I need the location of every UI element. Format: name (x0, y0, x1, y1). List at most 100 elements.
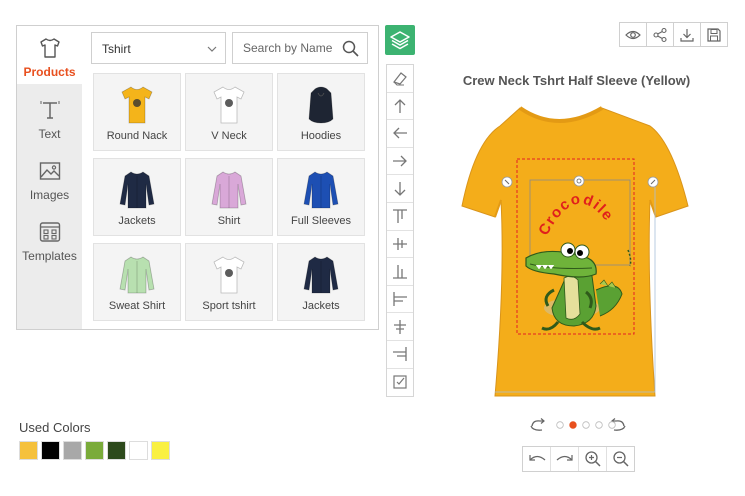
product-card[interactable]: Round Nack (93, 73, 181, 151)
rotate-left-icon[interactable] (530, 418, 545, 431)
layers-button[interactable] (385, 25, 415, 55)
save-button[interactable] (701, 23, 727, 46)
color-swatch[interactable] (85, 441, 104, 460)
color-swatch[interactable] (41, 441, 60, 460)
align-top-button[interactable] (387, 203, 413, 231)
view-dot[interactable] (595, 421, 603, 429)
undo-icon (528, 455, 545, 461)
product-card[interactable]: Shirt (185, 158, 273, 236)
product-name: Shirt (217, 215, 241, 227)
product-name: V Neck (211, 130, 247, 142)
zoom-out-icon (612, 451, 629, 467)
tab-text[interactable]: Text (17, 88, 82, 146)
product-name: Full Sleeves (291, 215, 351, 227)
product-card[interactable]: Sport tshirt (185, 243, 273, 321)
rotate-handle[interactable] (573, 175, 585, 187)
search-icon[interactable] (342, 40, 359, 57)
view-dot[interactable] (582, 421, 590, 429)
select-all-button[interactable] (387, 369, 413, 397)
move-down-button[interactable] (387, 175, 413, 203)
color-swatch[interactable] (63, 441, 82, 460)
product-name: Sweat Shirt (108, 300, 166, 312)
history-zoom-bar (522, 446, 635, 472)
move-up-button[interactable] (387, 93, 413, 121)
eraser-button[interactable] (387, 65, 413, 93)
move-up-icon (394, 98, 406, 113)
chevron-down-icon (207, 46, 217, 52)
tab-label: Templates (22, 249, 77, 263)
product-thumbnail (121, 86, 153, 124)
layers-icon (390, 31, 410, 50)
align-middle-vertical-icon (393, 237, 407, 250)
align-center-horizontal-button[interactable] (387, 313, 413, 341)
color-swatch[interactable] (107, 441, 126, 460)
tab-products[interactable]: Products (17, 26, 82, 84)
product-title: Crew Neck Tshrt Half Sleeve (Yellow) (462, 73, 691, 88)
category-select-value: Tshirt (102, 42, 131, 56)
share-icon (653, 27, 667, 42)
undo-button[interactable] (523, 447, 551, 471)
edit-toolbar (386, 64, 414, 398)
view-dot[interactable] (556, 421, 564, 429)
search-input[interactable] (243, 33, 343, 63)
view-dot[interactable] (608, 421, 616, 429)
align-right-button[interactable] (387, 341, 413, 369)
zoom-out-button[interactable] (607, 447, 634, 471)
product-panel: Products Text Images Templates Tshirt Ro… (16, 25, 379, 330)
sidebar-tabs: Products Text Images Templates (17, 26, 82, 329)
zoom-in-button[interactable] (579, 447, 607, 471)
product-thumbnail (211, 171, 247, 209)
product-name: Hoodies (300, 130, 342, 142)
resize-handle[interactable] (501, 176, 513, 188)
product-thumbnail (213, 256, 245, 294)
image-icon (39, 162, 60, 180)
color-swatch[interactable] (19, 441, 38, 460)
view-pager (530, 418, 626, 431)
resize-handle[interactable] (647, 176, 659, 188)
move-right-button[interactable] (387, 148, 413, 176)
product-card[interactable]: Full Sleeves (277, 158, 365, 236)
tshirt-icon (39, 38, 60, 58)
align-center-horizontal-icon (394, 319, 406, 334)
product-thumbnail (119, 256, 155, 294)
view-dot[interactable] (569, 421, 577, 429)
product-card[interactable]: Hoodies (277, 73, 365, 151)
align-top-icon (393, 209, 407, 224)
search-box (232, 32, 368, 64)
align-middle-vertical-button[interactable] (387, 231, 413, 259)
product-thumbnail (119, 171, 155, 209)
color-swatch[interactable] (151, 441, 170, 460)
product-card[interactable]: Jackets (93, 158, 181, 236)
tab-templates[interactable]: Templates (17, 210, 82, 268)
align-bottom-button[interactable] (387, 258, 413, 286)
move-down-icon (394, 181, 406, 196)
eraser-icon (393, 72, 407, 86)
tab-label: Products (23, 65, 76, 79)
product-card[interactable]: Sweat Shirt (93, 243, 181, 321)
select-all-icon (393, 375, 407, 389)
header-actions (619, 22, 728, 47)
tab-label: Images (29, 188, 70, 202)
design-canvas[interactable]: Crocodile (450, 100, 700, 400)
preview-button[interactable] (620, 23, 647, 46)
used-colors-swatches (19, 441, 173, 460)
product-name: Jackets (118, 215, 156, 227)
tab-images[interactable]: Images (17, 149, 82, 207)
used-colors-title: Used Colors (19, 420, 91, 435)
redo-button[interactable] (551, 447, 579, 471)
templates-icon (39, 222, 60, 242)
product-card[interactable]: Jackets (277, 243, 365, 321)
save-icon (707, 27, 721, 42)
download-button[interactable] (674, 23, 701, 46)
color-swatch[interactable] (129, 441, 148, 460)
category-select[interactable]: Tshirt (91, 32, 226, 64)
product-thumbnail (303, 256, 339, 294)
align-left-button[interactable] (387, 286, 413, 314)
product-card[interactable]: V Neck (185, 73, 273, 151)
move-left-icon (393, 128, 407, 139)
redo-icon (556, 455, 573, 461)
product-name: Sport tshirt (202, 300, 256, 312)
share-button[interactable] (647, 23, 674, 46)
move-left-button[interactable] (387, 120, 413, 148)
zoom-in-icon (584, 451, 601, 467)
